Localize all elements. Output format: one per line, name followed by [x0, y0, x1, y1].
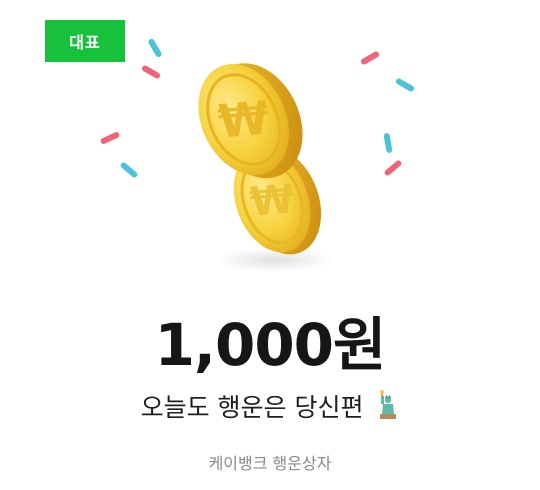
- won-coin-icon: ₩ ₩: [198, 63, 335, 272]
- representative-badge: 대표: [45, 20, 125, 62]
- statue-of-liberty-icon: [380, 390, 397, 419]
- confetti-piece: [383, 159, 403, 177]
- confetti-piece: [119, 161, 139, 179]
- svg-text:₩: ₩: [216, 90, 272, 148]
- confetti-piece: [394, 77, 416, 93]
- confetti-piece: [359, 50, 381, 66]
- prize-amount: 1,000원: [154, 311, 387, 379]
- confetti-piece: [147, 37, 163, 59]
- confetti-piece: [140, 64, 162, 80]
- lucky-message: 오늘도 행운은 당신편: [0, 388, 540, 424]
- footer-caption: 케이뱅크 행운상자: [208, 454, 332, 473]
- svg-text:₩: ₩: [248, 176, 296, 226]
- confetti-piece: [383, 132, 393, 154]
- confetti-piece: [99, 131, 121, 145]
- lucky-box-result-card: 대표 ₩ ₩ 1,000원 오늘도 행운은 당신편 케이뱅크 행운상자: [0, 0, 540, 490]
- lucky-message-text: 오늘도 행운은 당신편: [140, 393, 364, 422]
